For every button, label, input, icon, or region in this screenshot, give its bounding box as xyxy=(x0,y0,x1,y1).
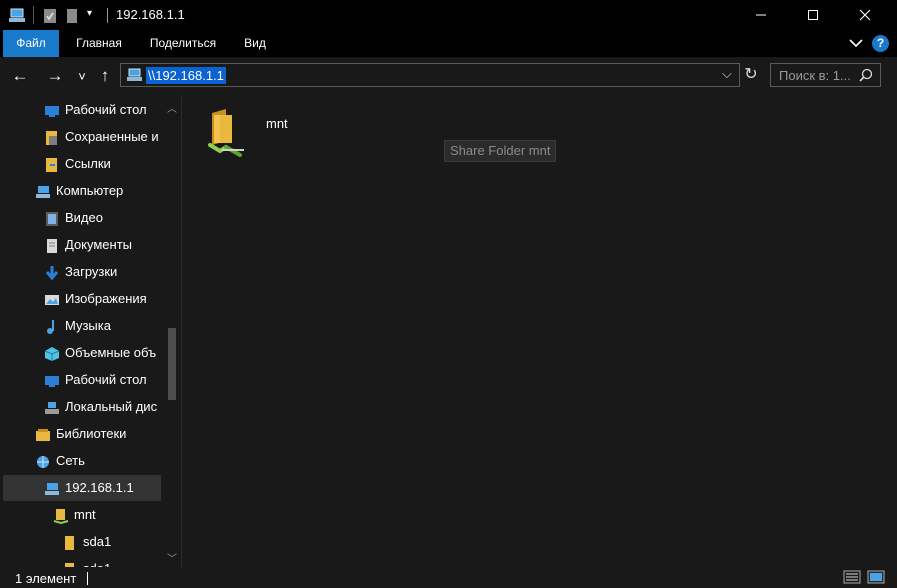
title-separator xyxy=(107,8,108,23)
desktop-icon xyxy=(44,102,60,118)
folder-icon xyxy=(62,534,78,550)
address-dropdown-button[interactable]: ⌵ xyxy=(722,66,732,82)
title-bar: ▾ 192.168.1.1 xyxy=(0,0,897,30)
network-computer-icon xyxy=(44,480,60,496)
video-icon xyxy=(44,210,60,226)
refresh-button[interactable]: ↻ xyxy=(741,64,761,86)
tab-view[interactable]: Вид xyxy=(236,30,274,57)
recent-locations-button[interactable]: ˅ xyxy=(70,65,94,87)
sidebar-item-label: Видео xyxy=(65,210,103,225)
scrollbar-thumb[interactable] xyxy=(168,328,176,400)
libraries-icon xyxy=(35,426,51,442)
navigation-bar: ← → ˅ ↑ \\192.168.1.1 ⌵ ↻ Поиск в: 1... xyxy=(0,57,897,95)
search-input[interactable]: Поиск в: 1... xyxy=(779,68,851,83)
3d-objects-icon xyxy=(44,345,60,361)
desktop-icon xyxy=(44,372,60,388)
sidebar-item-label: Сеть xyxy=(56,453,85,468)
downloads-icon xyxy=(44,264,60,281)
status-separator xyxy=(87,572,88,585)
minimize-button[interactable] xyxy=(738,0,784,30)
sidebar-item-label: Рабочий стол xyxy=(65,102,147,117)
network-icon xyxy=(35,453,51,469)
sidebar-item-label: sda1 xyxy=(83,556,111,567)
item-count: 1 элемент xyxy=(15,571,77,586)
file-name[interactable]: mnt xyxy=(266,116,288,131)
sidebar-item-label: Музыка xyxy=(65,318,111,333)
help-icon[interactable]: ? xyxy=(872,35,889,52)
sidebar-item-label: Загрузки xyxy=(65,264,118,279)
up-button[interactable]: ↑ xyxy=(93,65,117,87)
sidebar-item-label: Документы xyxy=(65,237,133,252)
shared-folder-icon xyxy=(53,507,69,525)
back-button[interactable]: ← xyxy=(8,65,32,87)
tab-home[interactable]: Главная xyxy=(66,30,132,57)
pictures-icon xyxy=(44,291,60,307)
computer-icon xyxy=(35,183,51,199)
ribbon-tabs: Файл Главная Поделиться Вид ? xyxy=(0,30,897,57)
music-icon xyxy=(44,318,60,334)
sidebar-item-label: Объемные объ xyxy=(65,345,157,360)
scroll-up-icon[interactable]: ︿ xyxy=(165,100,179,115)
file-item-mnt[interactable]: mnt xyxy=(206,107,366,159)
tab-file[interactable]: Файл xyxy=(3,30,59,57)
sidebar-item[interactable]: 192.168.1.1 xyxy=(3,475,161,501)
expand-ribbon-icon[interactable] xyxy=(848,36,864,53)
details-view-icon[interactable] xyxy=(843,570,861,584)
shared-folder-icon xyxy=(206,107,248,160)
large-icons-view-icon[interactable] xyxy=(867,570,885,584)
properties-icon[interactable] xyxy=(43,8,57,27)
sidebar-item-label: Локальный дис xyxy=(65,399,158,414)
sidebar-item-label: Библиотеки xyxy=(56,426,127,441)
search-icon[interactable] xyxy=(859,68,873,85)
links-icon xyxy=(44,156,60,172)
close-button[interactable] xyxy=(842,0,888,30)
navigation-pane[interactable]: Рабочий стол Сохраненные и Ссылки Компьютер… xyxy=(0,95,182,567)
sidebar-item-label: Ссылки xyxy=(65,156,111,171)
window-title: 192.168.1.1 xyxy=(116,7,185,22)
maximize-button[interactable] xyxy=(790,0,836,30)
sidebar-item-label: Изображения xyxy=(65,291,147,306)
address-text[interactable]: \\192.168.1.1 xyxy=(146,67,226,84)
network-computer-icon xyxy=(126,67,143,86)
local-disk-icon xyxy=(44,399,60,415)
forward-button[interactable]: → xyxy=(43,65,67,87)
sidebar-item-label: Компьютер xyxy=(56,183,124,198)
sidebar-item-label: Сохраненные и xyxy=(65,129,159,144)
status-bar: 1 элемент xyxy=(0,567,897,588)
customize-toolbar-icon[interactable]: ▾ xyxy=(87,8,92,19)
scroll-down-icon[interactable]: ﹀ xyxy=(165,550,179,565)
saved-games-icon xyxy=(44,129,60,145)
documents-icon xyxy=(44,237,60,253)
network-computer-icon xyxy=(8,8,26,27)
tab-share[interactable]: Поделиться xyxy=(142,30,224,57)
sidebar-item-label: sda1 xyxy=(83,534,112,549)
address-bar[interactable]: \\192.168.1.1 xyxy=(120,63,740,87)
tooltip: Share Folder mnt xyxy=(444,140,557,162)
sidebar-item-label: 192.168.1.1 xyxy=(65,480,134,495)
search-box[interactable]: Поиск в: 1... xyxy=(770,63,881,87)
qa-separator xyxy=(33,6,34,24)
sidebar-item-label: Рабочий стол xyxy=(65,372,147,387)
new-folder-icon[interactable] xyxy=(66,8,78,27)
sidebar-item-label: mnt xyxy=(74,507,96,522)
file-list[interactable]: mnt Share Folder mnt xyxy=(182,95,897,567)
